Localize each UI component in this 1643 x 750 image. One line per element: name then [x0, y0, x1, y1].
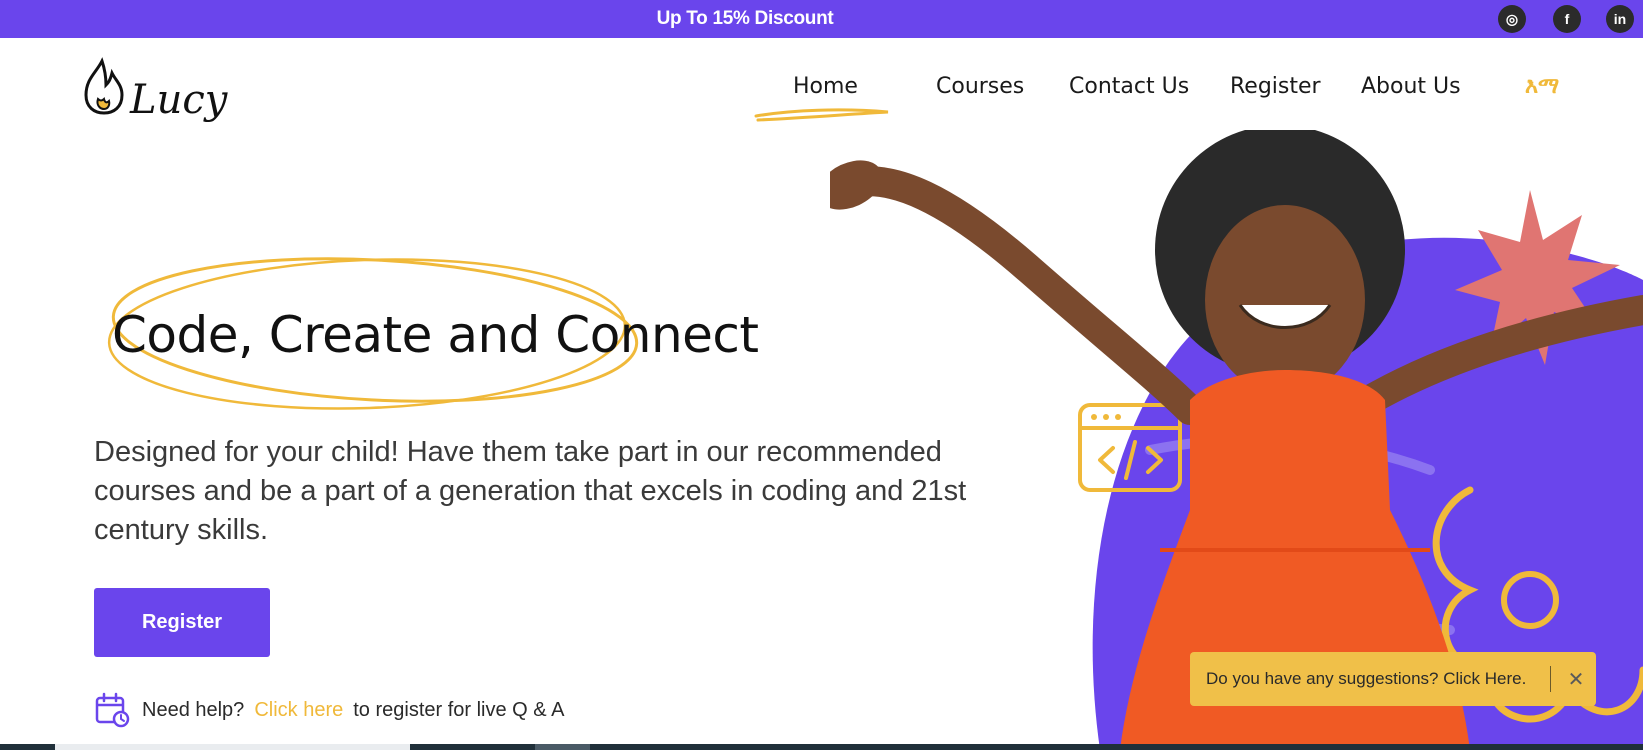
calendar-clock-icon	[95, 692, 130, 728]
logo[interactable]: Lucy	[82, 55, 227, 140]
active-underline	[754, 108, 889, 122]
facebook-icon[interactable]: f	[1553, 5, 1581, 33]
nav-courses[interactable]: Courses	[936, 74, 1024, 99]
nav-contact-us[interactable]: Contact Us	[1069, 74, 1189, 99]
register-button[interactable]: Register	[94, 588, 270, 657]
taskbar-item[interactable]	[535, 744, 590, 750]
nav-register[interactable]: Register	[1230, 74, 1321, 99]
help-suffix: to register for live Q & A	[353, 698, 565, 721]
suggestion-toast[interactable]: Do you have any suggestions? Click Here.…	[1190, 652, 1596, 706]
help-prefix: Need help?	[142, 698, 245, 721]
help-click-here-link[interactable]: Click here	[254, 699, 343, 722]
linkedin-icon[interactable]: in	[1606, 5, 1634, 33]
promo-text: Up To 15% Discount	[656, 8, 834, 29]
taskbar-item[interactable]	[55, 744, 410, 750]
flame-icon	[84, 57, 124, 115]
promo-bar: Up To 15% Discount ◎ f in	[0, 0, 1643, 38]
instagram-icon[interactable]: ◎	[1498, 5, 1526, 33]
logo-text: Lucy	[130, 77, 228, 123]
bottom-taskbar	[0, 744, 1643, 750]
help-row: Need help? Click here to register for li…	[94, 692, 564, 728]
close-icon[interactable]: ✕	[1564, 664, 1588, 694]
language-switcher[interactable]: እማ	[1525, 74, 1559, 99]
nav-about-us[interactable]: About Us	[1361, 74, 1461, 99]
nav-home[interactable]: Home	[793, 74, 858, 99]
hero-title: Code, Create and Connect	[112, 306, 759, 364]
toast-separator	[1550, 666, 1551, 692]
toast-text: Do you have any suggestions? Click Here.	[1206, 669, 1527, 688]
